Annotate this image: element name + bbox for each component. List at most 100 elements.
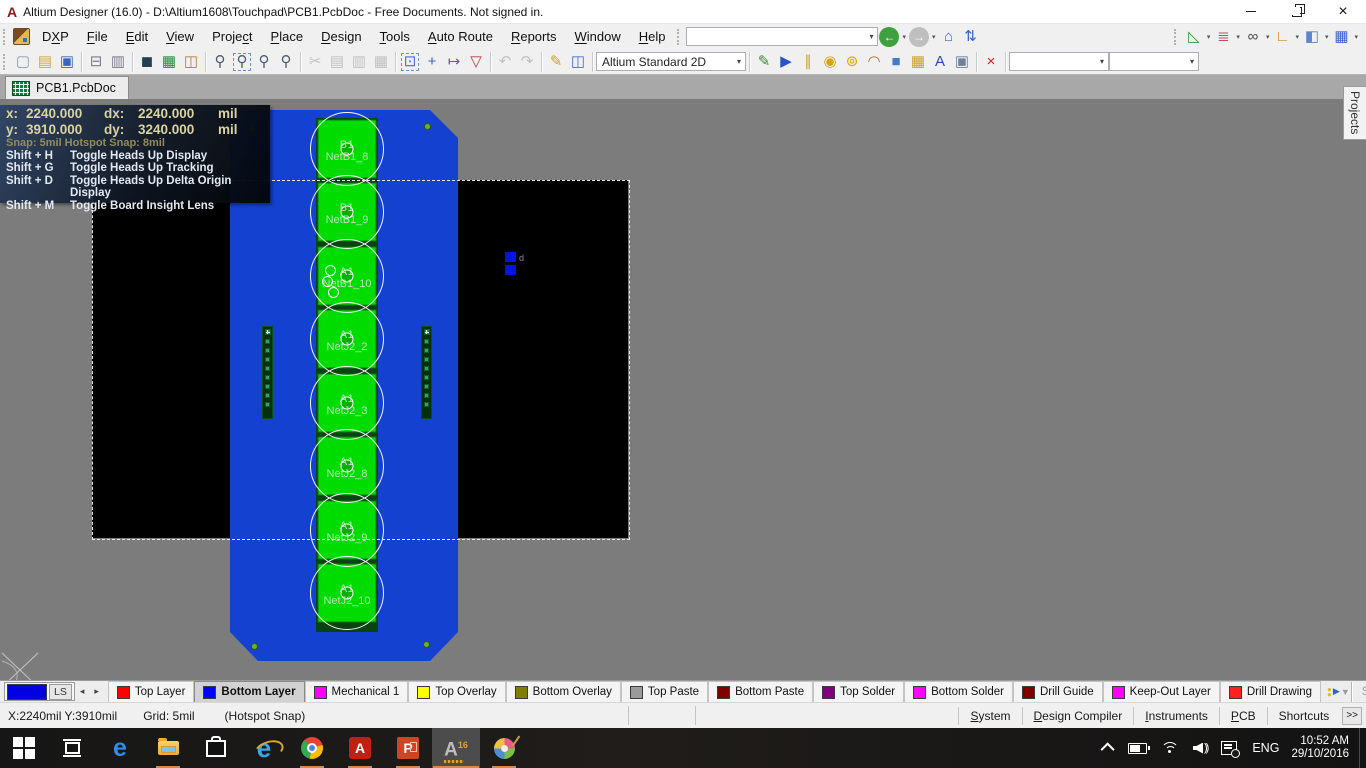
toolbar-combo-1[interactable]: ▾ (1009, 52, 1109, 71)
browse-components-icon[interactable]: ◫ (567, 51, 589, 73)
taskbar-app-internet-explorer[interactable]: e (240, 728, 288, 768)
diff-pair-routing-icon[interactable]: ∥ (797, 51, 819, 73)
scroll-layers-left-button[interactable]: ◂ (75, 686, 90, 697)
projects-panel-tab[interactable]: Projects (1343, 86, 1366, 140)
refresh-icon[interactable]: ⇅ (960, 26, 982, 48)
place-component-icon[interactable]: ▣ (951, 51, 973, 73)
menu-item-tools[interactable]: Tools (371, 26, 419, 47)
zoom-in-icon[interactable]: ⚲ (253, 51, 275, 73)
menu-item-auto-route[interactable]: Auto Route (419, 26, 502, 47)
menu-item-project[interactable]: Project (203, 26, 261, 47)
wifi-icon[interactable] (1161, 742, 1179, 754)
interactive-routing-icon[interactable]: ✎ (753, 51, 775, 73)
menu-item-view[interactable]: View (157, 26, 203, 47)
layer-tab-mechanical-1[interactable]: Mechanical 1 (305, 681, 409, 702)
small-component[interactable]: d (505, 252, 516, 278)
scroll-layers-right-button[interactable]: ▸ (89, 686, 104, 697)
panel-button-system[interactable]: System (958, 707, 1021, 725)
print-icon[interactable]: ⊟ (85, 51, 107, 73)
zoom-selected-icon[interactable]: ⚲ (275, 51, 297, 73)
layer-tab-top-overlay[interactable]: Top Overlay (408, 681, 505, 702)
place-via-icon[interactable]: ⊚ (841, 51, 863, 73)
grid-icon[interactable]: ▦ (1330, 26, 1352, 48)
board-planning-icon[interactable]: ◫ (180, 51, 202, 73)
taskbar-app-chrome[interactable] (288, 728, 336, 768)
zoom-area-icon[interactable]: ⚲ (231, 51, 253, 73)
room-icon[interactable]: ◧ (1301, 26, 1323, 48)
align-objects-icon-caret[interactable]: ▾ (1236, 33, 1240, 41)
right-connector[interactable] (421, 326, 432, 419)
clear-filter-icon[interactable]: ▽ (465, 51, 487, 73)
view-selector-caret-icon[interactable]: ▾ (733, 57, 745, 66)
place-arc-icon[interactable]: ◠ (863, 51, 885, 73)
panel-overflow-button[interactable]: >> (1342, 707, 1362, 725)
back-icon[interactable]: ← (879, 27, 899, 47)
layer-set-control[interactable]: LS (4, 682, 75, 701)
back-caret-icon[interactable]: ▾ (902, 33, 906, 41)
snap-button[interactable]: Snap (1352, 682, 1366, 702)
move-icon[interactable]: + (421, 51, 443, 73)
taskbar-app-acrobat-reader[interactable]: A (336, 728, 384, 768)
layer-filter-icons[interactable]: ●● ▶ ▼ (1327, 686, 1350, 697)
find-similar-icon[interactable]: ∞ (1242, 26, 1264, 48)
menu-item-file[interactable]: File (78, 26, 117, 47)
view-3d-icon[interactable]: ◼ (136, 51, 158, 73)
tab-pcb1-pcbdoc[interactable]: PCB1.PcbDoc (5, 76, 129, 99)
menu-item-help[interactable]: Help (630, 26, 675, 47)
home-icon[interactable]: ⌂ (938, 26, 960, 48)
taskbar-app-paint[interactable] (480, 728, 528, 768)
panel-button-design-compiler[interactable]: Design Compiler (1022, 707, 1134, 725)
layer-tab-bottom-overlay[interactable]: Bottom Overlay (506, 681, 621, 702)
wizard-icon[interactable]: ✎ (545, 51, 567, 73)
place-pad-icon[interactable]: ◉ (819, 51, 841, 73)
taskbar-app-powerpoint[interactable]: P (384, 728, 432, 768)
toolbar-combo-2-caret-icon[interactable]: ▾ (1186, 57, 1198, 66)
insight-measure-icon-caret[interactable]: ▾ (1207, 33, 1211, 41)
toolbar-combo-2[interactable]: ▾ (1109, 52, 1199, 71)
layer-tab-bottom-solder[interactable]: Bottom Solder (904, 681, 1013, 702)
show-desktop-button[interactable] (1359, 728, 1366, 768)
layer-tab-drill-drawing[interactable]: Drill Drawing (1220, 681, 1321, 702)
pcb-editor-canvas[interactable]: B1NetB1_8B1NetB1_9A1NetB1_10A1NetJ2_2A1N… (0, 99, 1366, 680)
panel-button-shortcuts[interactable]: Shortcuts (1267, 707, 1341, 725)
menu-item-edit[interactable]: Edit (117, 26, 157, 47)
place-fill-icon[interactable]: ■ (885, 51, 907, 73)
layer-set-button[interactable]: LS (49, 684, 72, 700)
quick-search-combo-caret-icon[interactable]: ▾ (865, 32, 877, 41)
toolbar-grip[interactable] (1174, 29, 1179, 45)
menu-item-place[interactable]: Place (262, 26, 313, 47)
pcb-document-icon[interactable]: ▦ (158, 51, 180, 73)
dimension-icon[interactable]: ∟ (1271, 26, 1293, 48)
panel-button-instruments[interactable]: Instruments (1133, 707, 1219, 725)
place-polygon-icon[interactable]: ▦ (907, 51, 929, 73)
minimize-button[interactable] (1228, 0, 1274, 23)
taskbar-app-file-explorer[interactable] (144, 728, 192, 768)
select-area-icon[interactable]: ⊡ (399, 51, 421, 73)
eco-mode-icon[interactable]: × (980, 51, 1002, 73)
forward-caret-icon[interactable]: ▾ (932, 33, 936, 41)
find-similar-icon-caret[interactable]: ▾ (1266, 33, 1270, 41)
grid-icon-caret[interactable]: ▾ (1354, 33, 1358, 41)
reposition-icon[interactable]: ↦ (443, 51, 465, 73)
dimension-icon-caret[interactable]: ▾ (1295, 33, 1299, 41)
clock[interactable]: 10:52 AM 29/10/2016 (1291, 735, 1349, 762)
layer-tab-bottom-layer[interactable]: Bottom Layer (194, 681, 304, 702)
panel-button-pcb[interactable]: PCB (1219, 707, 1267, 725)
layer-tab-drill-guide[interactable]: Drill Guide (1013, 681, 1103, 702)
tray-chevron-icon[interactable] (1104, 743, 1114, 753)
layer-tab-keep-out-layer[interactable]: Keep-Out Layer (1103, 681, 1220, 702)
action-center-icon[interactable] (1221, 741, 1237, 755)
taskbar-app-altium-designer[interactable]: A16 (432, 728, 480, 768)
battery-icon[interactable] (1128, 743, 1147, 754)
new-document-icon[interactable]: ▢ (12, 51, 34, 73)
open-document-icon[interactable]: ▤ (34, 51, 56, 73)
layer-tab-bottom-paste[interactable]: Bottom Paste (708, 681, 813, 702)
taskbar-app-task-view[interactable] (48, 728, 96, 768)
align-objects-icon[interactable]: ≣ (1212, 26, 1234, 48)
layer-tab-top-solder[interactable]: Top Solder (813, 681, 904, 702)
layer-tab-top-paste[interactable]: Top Paste (621, 681, 708, 702)
language-indicator[interactable]: ENG (1252, 741, 1279, 755)
taskbar-app-start[interactable] (0, 728, 48, 768)
volume-icon[interactable]: )) (1193, 742, 1207, 754)
menu-item-window[interactable]: Window (565, 26, 629, 47)
